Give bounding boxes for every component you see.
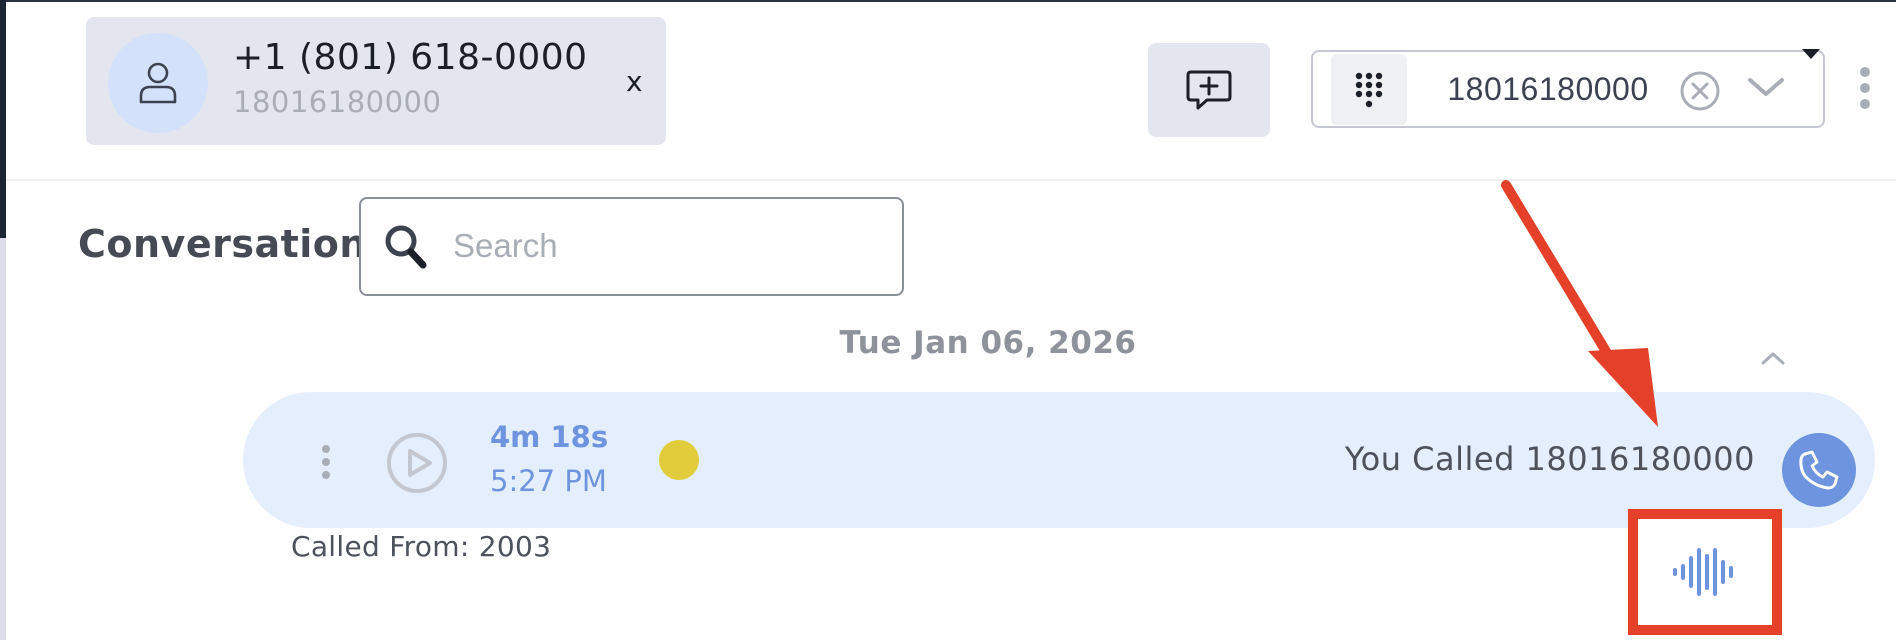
dial-number-input[interactable] bbox=[1423, 64, 1673, 114]
status-dot bbox=[659, 440, 699, 480]
chevron-down-icon[interactable] bbox=[1745, 70, 1787, 106]
call-duration: 4m 18s bbox=[490, 420, 609, 454]
dropdown-corner-marker bbox=[1802, 49, 1820, 59]
dialpad-icon bbox=[1355, 72, 1383, 107]
play-icon[interactable] bbox=[386, 432, 448, 494]
search-input[interactable] bbox=[453, 221, 873, 271]
call-description: You Called 18016180000 bbox=[1344, 440, 1755, 478]
vertical-dots-icon[interactable] bbox=[1858, 66, 1872, 110]
close-contact-button[interactable]: x bbox=[626, 65, 643, 98]
contact-name: +1 (801) 618-0000 bbox=[233, 37, 588, 78]
audio-waveform-icon[interactable] bbox=[1671, 546, 1739, 598]
annotation-highlight-box bbox=[1628, 509, 1782, 635]
conversation-title: Conversation bbox=[78, 222, 367, 266]
vertical-dots-icon[interactable] bbox=[320, 444, 332, 480]
window-edge bbox=[0, 0, 6, 238]
contact-number: 18016180000 bbox=[233, 85, 442, 119]
date-separator: Tue Jan 06, 2026 bbox=[839, 325, 1137, 361]
chevron-up-icon[interactable] bbox=[1760, 350, 1786, 366]
called-from-label: Called From: 2003 bbox=[291, 530, 552, 563]
call-time: 5:27 PM bbox=[490, 464, 607, 498]
call-back-button[interactable] bbox=[1782, 433, 1856, 507]
call-log-item: 4m 18s 5:27 PM You Called 18016180000 bbox=[243, 392, 1875, 528]
contact-chip: +1 (801) 618-0000 18016180000 x bbox=[86, 17, 666, 145]
window-edge bbox=[6, 0, 1896, 2]
new-message-button[interactable] bbox=[1148, 43, 1270, 137]
message-plus-icon bbox=[1186, 70, 1232, 110]
search-box bbox=[359, 197, 904, 296]
user-icon bbox=[139, 62, 177, 104]
phone-icon bbox=[1799, 450, 1839, 490]
dialpad-button[interactable] bbox=[1331, 54, 1407, 125]
dial-number-box bbox=[1311, 50, 1825, 128]
app-window: +1 (801) 618-0000 18016180000 x 18016180… bbox=[0, 0, 1896, 640]
clear-circle-icon[interactable] bbox=[1679, 70, 1721, 112]
window-edge bbox=[0, 238, 6, 640]
header-divider bbox=[6, 179, 1896, 181]
search-icon bbox=[385, 225, 427, 269]
avatar bbox=[108, 33, 208, 133]
